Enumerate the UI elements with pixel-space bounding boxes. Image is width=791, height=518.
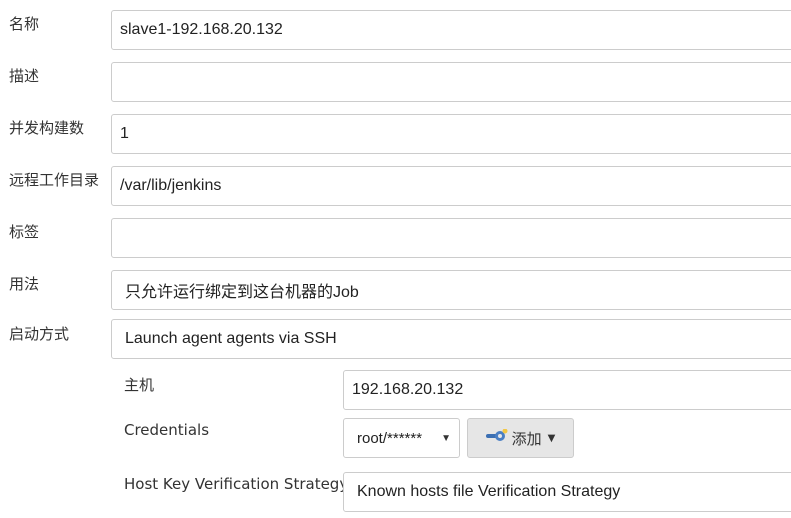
host-key-strategy-select[interactable]: Known hosts file Verification Strategy [343, 472, 791, 512]
remote-dir-label: 远程工作目录 [9, 171, 100, 189]
labels-label: 标签 [9, 223, 40, 241]
host-input[interactable]: 192.168.20.132 [343, 370, 791, 410]
executors-input[interactable]: 1 [111, 114, 791, 154]
add-credentials-label: 添加 [511, 429, 542, 448]
name-input[interactable]: slave1-192.168.20.132 [111, 10, 791, 50]
credentials-label: Credentials [124, 421, 210, 439]
remote-dir-input[interactable]: /var/lib/jenkins [111, 166, 791, 206]
caret-down-icon: ▼ [441, 433, 451, 444]
name-label: 名称 [9, 15, 40, 33]
add-credentials-button[interactable]: 添加 ▼ [467, 418, 574, 458]
launch-method-select[interactable]: Launch agent agents via SSH [111, 319, 791, 359]
executors-label: 并发构建数 [9, 119, 85, 137]
usage-label: 用法 [9, 275, 40, 293]
credentials-selected-value: root/****** [357, 429, 423, 447]
launch-method-label: 启动方式 [9, 325, 70, 343]
caret-down-icon: ▼ [547, 432, 556, 444]
usage-select[interactable]: 只允许运行绑定到这台机器的Job [111, 270, 791, 310]
host-label: 主机 [124, 376, 155, 394]
labels-input[interactable] [111, 218, 791, 258]
host-key-strategy-label: Host Key Verification Strategy [124, 475, 349, 493]
description-label: 描述 [9, 67, 40, 85]
credentials-select[interactable]: root/****** ▼ [343, 418, 460, 458]
key-icon [485, 428, 508, 447]
description-input[interactable] [111, 62, 791, 102]
